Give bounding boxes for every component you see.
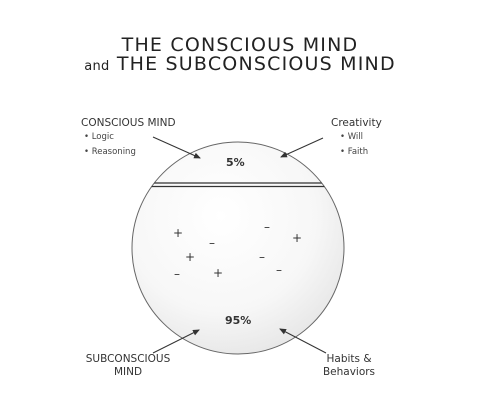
subconscious-label-line2: MIND (113, 366, 143, 378)
plus-sign: + (185, 250, 195, 264)
habits-label-line2: Behaviors (322, 366, 376, 378)
minus-sign: – (259, 250, 265, 264)
diagram-title-line1: THE CONSCIOUS MIND (121, 34, 359, 56)
conscious-item-reasoning: • Reasoning (84, 147, 136, 157)
creativity-item-faith: • Faith (340, 147, 369, 157)
plus-sign: + (173, 226, 183, 240)
creativity-item-will: • Will (340, 132, 364, 142)
minus-sign: – (276, 263, 282, 277)
minus-sign: – (264, 220, 270, 234)
diagram-title-line2: and THE SUBCONSCIOUS MIND (0, 54, 480, 77)
minus-sign: – (209, 236, 215, 250)
minus-sign: – (174, 267, 180, 281)
creativity-arrow (280, 137, 324, 158)
conscious-item-logic: • Logic (84, 132, 114, 142)
subconscious-percent: 95% (225, 314, 252, 327)
title-and-word: and (84, 59, 110, 74)
creativity-label: Creativity (331, 117, 382, 129)
habits-label-line1: Habits & (326, 353, 372, 365)
subconscious-label: SUBCONSCIOUS MIND (79, 353, 177, 379)
conscious-mind-label: CONSCIOUS MIND (81, 117, 176, 129)
conscious-percent: 5% (226, 156, 245, 169)
habits-label: Habits & Behaviors (319, 353, 379, 379)
title-subconscious: THE SUBCONSCIOUS MIND (116, 53, 396, 75)
subconscious-label-line1: SUBCONSCIOUS (85, 353, 171, 365)
plus-sign: + (213, 266, 223, 280)
plus-sign: + (292, 231, 302, 245)
conscious-arrow (152, 136, 201, 159)
